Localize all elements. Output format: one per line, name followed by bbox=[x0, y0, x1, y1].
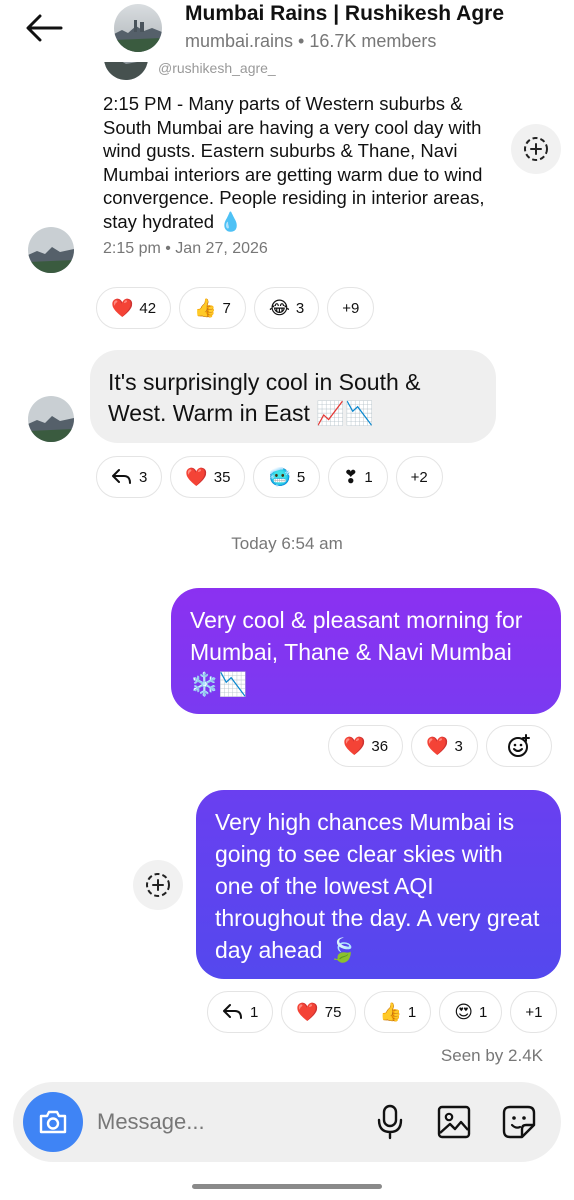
reply-icon bbox=[112, 469, 131, 484]
heart-icon: ❤️ bbox=[111, 298, 134, 318]
reaction-count: 42 bbox=[139, 299, 157, 317]
gallery-icon bbox=[437, 1105, 471, 1139]
reply-icon bbox=[223, 1004, 242, 1019]
add-reaction-button[interactable] bbox=[511, 124, 561, 174]
message-text: Very cool & pleasant morning for Mumbai,… bbox=[190, 607, 523, 697]
seen-by-indicator[interactable]: Seen by 2.4K bbox=[441, 1046, 543, 1066]
reaction-row: 3 ❤️ 35 🥶 5 ❣ 1 +2 bbox=[96, 456, 443, 498]
add-reaction-button[interactable] bbox=[133, 860, 183, 910]
reaction-row: ❤️ 36 ❤️ 3 bbox=[328, 725, 552, 767]
reaction-count: 1 bbox=[478, 1003, 488, 1021]
reply-count-pill[interactable]: 1 bbox=[207, 991, 274, 1033]
reaction-pill[interactable]: 👍 7 bbox=[179, 287, 246, 329]
reaction-count: 36 bbox=[371, 737, 389, 755]
gallery-button[interactable] bbox=[434, 1102, 474, 1142]
microphone-button[interactable] bbox=[370, 1102, 410, 1142]
heart-eyes-icon: 😍 bbox=[454, 1002, 473, 1022]
reply-count-pill[interactable]: 3 bbox=[96, 456, 163, 498]
more-reactions-pill[interactable]: +2 bbox=[395, 456, 443, 498]
reaction-pill[interactable]: ❤️ 35 bbox=[170, 456, 246, 498]
sender-avatar[interactable] bbox=[28, 227, 74, 273]
add-reaction-icon bbox=[146, 873, 170, 897]
reaction-pill[interactable]: 🥶 5 bbox=[253, 456, 321, 498]
message-timestamp: 2:15 pm • Jan 27, 2026 bbox=[103, 240, 268, 257]
incoming-message-bubble[interactable]: It's surprisingly cool in South & West. … bbox=[90, 350, 496, 443]
reaction-count: 1 bbox=[407, 1003, 417, 1021]
more-reactions-pill[interactable]: +9 bbox=[327, 287, 375, 329]
group-avatar[interactable] bbox=[114, 4, 162, 52]
thumbs-up-icon: 👍 bbox=[379, 1002, 402, 1022]
reaction-count: 3 bbox=[295, 299, 305, 317]
thumbs-up-icon: 👍 bbox=[194, 298, 217, 318]
add-emoji-icon bbox=[507, 734, 530, 757]
reaction-pill[interactable]: ❤️ 3 bbox=[411, 725, 478, 767]
reaction-count: +2 bbox=[410, 468, 428, 486]
sticker-button[interactable] bbox=[499, 1102, 539, 1142]
group-subtitle: mumbai.rains • 16.7K members bbox=[185, 31, 437, 51]
reaction-count: +9 bbox=[342, 299, 360, 317]
message-composer bbox=[13, 1082, 561, 1162]
reaction-pill[interactable]: 👍 1 bbox=[364, 991, 432, 1033]
heart-icon: ❤️ bbox=[185, 467, 208, 487]
sticker-icon bbox=[502, 1105, 536, 1139]
add-emoji-pill[interactable] bbox=[485, 725, 552, 767]
chat-header: Mumbai Rains | Rushikesh Agre mumbai.rai… bbox=[0, 0, 574, 62]
microphone-icon bbox=[377, 1104, 403, 1140]
reaction-row: ❤️ 42 👍 7 😂 3 +9 bbox=[96, 287, 375, 329]
reaction-pill[interactable]: ❣ 1 bbox=[328, 456, 388, 498]
message-text: Very high chances Mumbai is going to see… bbox=[215, 809, 540, 963]
message-text: 2:15 PM - Many parts of Western suburbs … bbox=[103, 93, 485, 232]
sender-handle: @rushikesh_agre_ bbox=[158, 60, 276, 76]
date-separator: Today 6:54 am bbox=[231, 534, 343, 553]
reaction-pill[interactable]: ❤️ 75 bbox=[281, 991, 357, 1033]
reaction-count: 3 bbox=[454, 737, 463, 755]
message-input[interactable] bbox=[97, 1104, 357, 1140]
outgoing-message-bubble[interactable]: Very cool & pleasant morning for Mumbai,… bbox=[171, 588, 561, 714]
more-reactions-pill[interactable]: +1 bbox=[510, 991, 558, 1033]
heart-icon: ❤️ bbox=[426, 736, 449, 756]
sender-avatar[interactable] bbox=[28, 396, 74, 442]
add-reaction-icon bbox=[524, 137, 548, 161]
home-indicator[interactable] bbox=[192, 1184, 382, 1189]
reaction-count: +1 bbox=[525, 1003, 543, 1021]
message-text: It's surprisingly cool in South & West. … bbox=[108, 369, 421, 426]
heart-exclamation-icon: ❣ bbox=[343, 467, 359, 487]
laughing-icon: 😂 bbox=[268, 298, 290, 318]
reaction-pill[interactable]: 😂 3 bbox=[253, 287, 320, 329]
reaction-pill[interactable]: ❤️ 42 bbox=[96, 287, 172, 329]
outgoing-message-bubble[interactable]: Very high chances Mumbai is going to see… bbox=[196, 790, 561, 979]
heart-icon: ❤️ bbox=[343, 736, 366, 756]
camera-icon bbox=[39, 1110, 67, 1134]
group-title[interactable]: Mumbai Rains | Rushikesh Agre bbox=[185, 2, 504, 26]
cold-face-icon: 🥶 bbox=[268, 467, 291, 487]
reaction-count: 1 bbox=[364, 468, 373, 486]
reaction-pill[interactable]: 😍 1 bbox=[439, 991, 503, 1033]
reaction-count: 5 bbox=[296, 468, 306, 486]
reaction-count: 75 bbox=[324, 1003, 342, 1021]
back-arrow-icon[interactable] bbox=[22, 6, 66, 50]
reaction-row: 1 ❤️ 75 👍 1 😍 1 +1 bbox=[207, 991, 558, 1033]
camera-button[interactable] bbox=[23, 1092, 83, 1152]
reaction-count: 35 bbox=[213, 468, 231, 486]
heart-icon: ❤️ bbox=[296, 1002, 319, 1022]
reaction-pill[interactable]: ❤️ 36 bbox=[328, 725, 404, 767]
reaction-count: 1 bbox=[250, 1003, 259, 1021]
reaction-count: 3 bbox=[139, 468, 148, 486]
reaction-count: 7 bbox=[222, 299, 231, 317]
